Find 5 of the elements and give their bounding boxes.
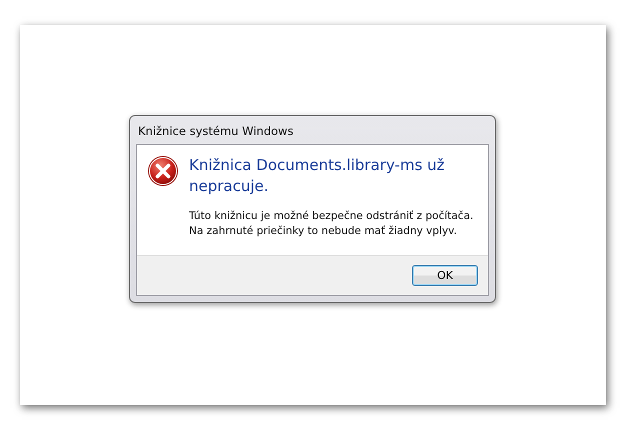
error-message: Túto knižnicu je možné bezpečne odstrániť z počítača. Na zahrnuté priečinky to nebude mať žiadny vplyv. — [189, 209, 474, 239]
error-heading: Knižnica Documents.library-ms už nepracuje. — [189, 155, 446, 197]
error-icon — [147, 155, 179, 187]
window-title: Knižnice systému Windows — [137, 123, 294, 140]
ok-button[interactable]: OK — [412, 265, 478, 286]
